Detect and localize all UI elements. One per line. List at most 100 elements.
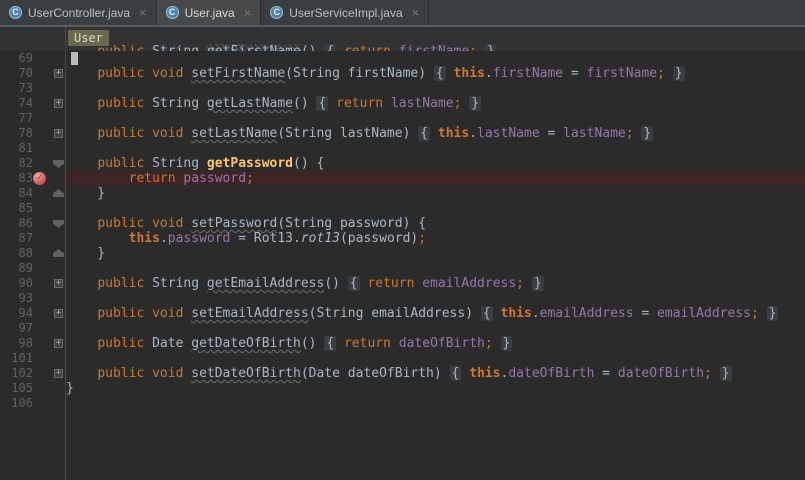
breakpoint-slot[interactable] [33,366,53,381]
breakpoint-slot[interactable] [33,44,53,51]
partial-code-text[interactable]: public String getFirstName() { return fi… [66,44,805,51]
code-text[interactable]: public String getLastName() { return las… [66,96,805,111]
code-token: ; [418,231,426,246]
code-text[interactable]: public void setPassword(String password)… [66,216,805,231]
fold-slot: + [53,96,66,111]
code-text[interactable] [66,111,805,126]
code-text[interactable]: public void setFirstName(String firstNam… [66,66,805,81]
breakpoint-slot[interactable] [33,156,53,171]
line-number: 69 [0,51,33,66]
fold-expanded-end-icon[interactable] [53,249,64,257]
code-editor: public String getFirstName() { return fi… [0,27,805,480]
close-icon[interactable]: × [139,6,147,19]
breakpoint-slot[interactable] [33,96,53,111]
code-token: ; [246,171,254,186]
breakpoint-slot[interactable] [33,231,53,246]
breakpoint-slot[interactable] [33,216,53,231]
breakpoint-slot[interactable] [33,51,53,66]
fold-slot [53,321,66,336]
code-token: } [767,306,779,321]
breakpoint-slot[interactable] [33,126,53,141]
code-text[interactable]: this.password = Rot13.rot13(password); [66,231,805,246]
breakpoint-slot[interactable] [33,66,53,81]
breakpoint-slot[interactable] [33,201,53,216]
code-token: = [563,66,586,81]
close-icon[interactable]: × [412,6,420,19]
line-number: 70 [0,66,33,81]
code-text[interactable] [66,291,805,306]
breakpoint-slot[interactable] [33,246,53,261]
code-text[interactable]: } [66,246,805,261]
editor-tab-userserviceimpl-java[interactable]: CUserServiceImpl.java× [261,0,429,25]
fold-collapsed-icon[interactable]: + [54,99,63,108]
breakpoint-verified-icon[interactable]: ✓ [33,172,46,185]
code-text[interactable] [66,51,805,66]
code-text[interactable]: return password; [66,171,805,186]
code-line-69: 69 [0,51,805,66]
fold-collapsed-icon[interactable]: + [54,369,63,378]
code-token: () { [293,156,324,171]
breakpoint-slot[interactable] [33,276,53,291]
code-token [493,336,501,351]
code-token: public [97,216,144,231]
code-token: . [485,66,493,81]
breakpoint-slot[interactable] [33,306,53,321]
code-token [66,276,97,291]
code-text[interactable]: public void setDateOfBirth(Date dateOfBi… [66,366,805,381]
code-text[interactable] [66,261,805,276]
breakpoint-slot[interactable] [33,381,53,396]
breakpoint-slot[interactable]: ✓ [33,171,53,186]
code-text[interactable]: } [66,381,805,396]
code-text[interactable] [66,321,805,336]
code-token: } [720,366,732,381]
breakpoint-slot[interactable] [33,141,53,156]
code-line-88: 88 } [0,246,805,261]
breakpoint-slot[interactable] [33,111,53,126]
breakpoint-slot[interactable] [33,186,53,201]
code-text[interactable]: } [66,186,805,201]
fold-expanded-start-icon[interactable] [53,220,64,228]
fold-collapsed-icon[interactable]: + [54,69,63,78]
fold-collapsed-icon[interactable]: + [54,279,63,288]
breakpoint-slot[interactable] [33,81,53,96]
fold-expanded-start-icon[interactable] [53,160,64,168]
code-text[interactable]: public String getEmailAddress() { return… [66,276,805,291]
breakpoint-slot[interactable] [33,396,53,411]
line-number: 88 [0,246,33,261]
gutter: 101 [0,351,66,366]
fold-collapsed-icon[interactable]: + [54,129,63,138]
code-token: () [293,96,316,111]
code-text[interactable]: public Date getDateOfBirth() { return da… [66,336,805,351]
code-text[interactable]: public String getPassword() { [66,156,805,171]
code-token: setLastName [191,126,277,141]
fold-collapsed-icon[interactable]: + [54,309,63,318]
editor-tab-usercontroller-java[interactable]: CUserController.java× [0,0,157,25]
close-icon[interactable]: × [244,6,252,19]
editor-tab-user-java[interactable]: CUser.java× [157,0,262,25]
code-text[interactable] [66,201,805,216]
breakpoint-slot[interactable] [33,351,53,366]
breakpoint-slot[interactable] [33,291,53,306]
code-token: = [594,366,617,381]
fold-collapsed-icon[interactable]: + [54,339,63,348]
code-token [712,366,720,381]
code-text[interactable]: public void setEmailAddress(String email… [66,306,805,321]
code-text[interactable] [66,141,805,156]
gutter: 105 [0,381,66,396]
code-text[interactable] [66,396,805,411]
fold-expanded-end-icon[interactable] [53,189,64,197]
code-token: public [97,96,144,111]
code-token [66,366,97,381]
code-token: = Rot13. [230,231,300,246]
breakpoint-slot[interactable] [33,336,53,351]
breakpoint-slot[interactable] [33,321,53,336]
line-number: 78 [0,126,33,141]
breakpoint-slot[interactable] [33,261,53,276]
partial-code-line[interactable]: public String getFirstName() { return fi… [0,44,805,51]
code-text[interactable]: public void setLastName(String lastName)… [66,126,805,141]
line-number: 101 [0,351,33,366]
code-text[interactable] [66,351,805,366]
gutter: 94+ [0,306,66,321]
gutter: 106 [0,396,66,411]
code-text[interactable] [66,81,805,96]
